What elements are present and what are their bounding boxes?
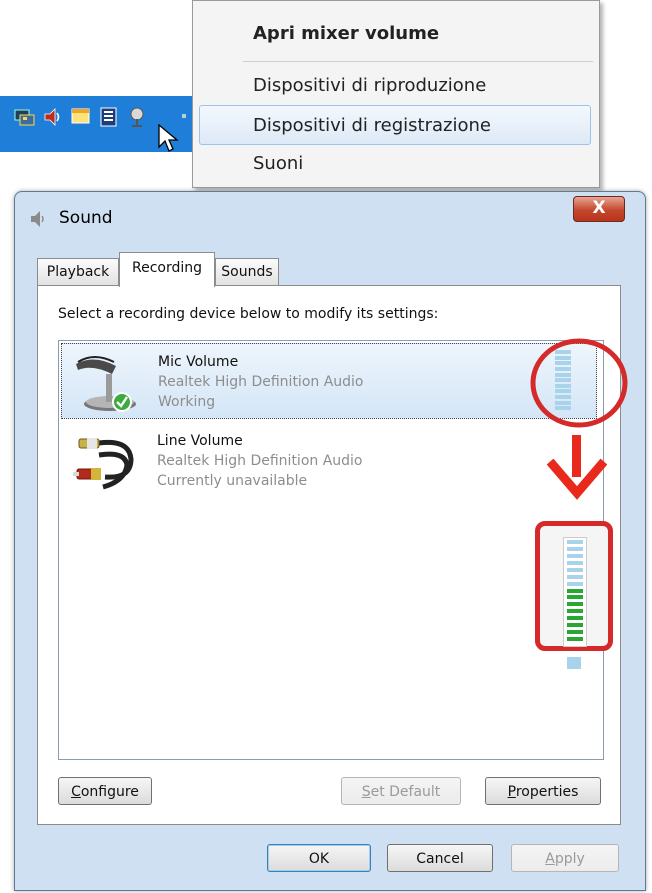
menu-item-open-volume-mixer[interactable]: Apri mixer volume (253, 23, 439, 44)
instructions-text: Select a recording device below to modif… (58, 306, 439, 322)
meter-segment (567, 546, 583, 551)
recording-tab-panel: Select a recording device below to modif… (37, 285, 628, 825)
apply-button[interactable]: Apply (511, 844, 619, 872)
mouse-cursor-icon (158, 124, 179, 152)
level-meter-active (563, 537, 587, 647)
title-bar[interactable]: Sound X (15, 192, 645, 244)
menu-item-playback-devices[interactable]: Dispositivi di riproduzione (253, 75, 486, 96)
meter-segment (567, 637, 583, 642)
close-button[interactable]: X (573, 196, 625, 222)
ok-button[interactable]: OK (267, 844, 371, 872)
meter-segment (567, 540, 583, 544)
meter-segment (567, 595, 583, 600)
meter-segment (567, 616, 583, 621)
meter-segment (567, 588, 583, 593)
window-icon[interactable] (70, 106, 92, 128)
speaker-icon[interactable] (42, 106, 64, 128)
tray-context-menu: Apri mixer volume Dispositivi di riprodu… (192, 0, 600, 188)
device-name: Line Volume (157, 433, 243, 449)
meter-segment (567, 560, 583, 565)
device-driver: Realtek High Definition Audio (158, 374, 364, 390)
device-driver: Realtek High Definition Audio (157, 453, 363, 469)
tray-separator (182, 114, 186, 118)
rca-cable-icon (73, 438, 134, 490)
meter-segment (567, 553, 583, 558)
meter-segment (567, 574, 583, 579)
device-status: Working (158, 394, 216, 410)
annotation-circle (530, 338, 628, 428)
annotation-arrow-down-icon (547, 435, 607, 500)
cancel-button[interactable]: Cancel (387, 844, 493, 872)
meter-segment (567, 630, 583, 635)
menu-item-sounds[interactable]: Suoni (253, 153, 303, 174)
tab-recording[interactable]: Recording (119, 252, 215, 287)
tab-playback[interactable]: Playback (37, 258, 119, 285)
configure-button[interactable]: Configure (58, 777, 152, 805)
meter-tail (567, 657, 581, 669)
menu-separator (243, 61, 593, 62)
tab-sounds[interactable]: Sounds (215, 258, 279, 285)
battery-icon[interactable] (98, 106, 120, 128)
meter-segment (567, 567, 583, 572)
menu-item-recording-devices[interactable]: Dispositivi di registrazione (253, 115, 491, 136)
sound-dialog: Sound X Playback Recording Sounds Select… (14, 191, 646, 891)
speaker-icon (31, 211, 44, 227)
meter-segment (567, 623, 583, 628)
meter-segment (567, 581, 583, 586)
device-item-mic-volume[interactable]: Mic Volume Realtek High Definition Audio… (61, 343, 597, 419)
properties-button[interactable]: Properties (485, 777, 601, 805)
window-title: Sound (59, 208, 113, 228)
close-icon: X (592, 198, 606, 218)
set-default-button[interactable]: Set Default (341, 777, 461, 805)
device-name: Mic Volume (158, 354, 239, 370)
network-icon[interactable] (14, 106, 36, 128)
meter-segment (567, 602, 583, 607)
recording-device-list[interactable]: Mic Volume Realtek High Definition Audio… (58, 338, 628, 760)
meter-segment (567, 609, 583, 614)
microphone-icon (76, 356, 136, 412)
device-item-line-volume[interactable]: Line Volume Realtek High Definition Audi… (61, 423, 597, 499)
device-status: Currently unavailable (157, 473, 308, 489)
mic-tray-icon[interactable] (128, 106, 150, 128)
